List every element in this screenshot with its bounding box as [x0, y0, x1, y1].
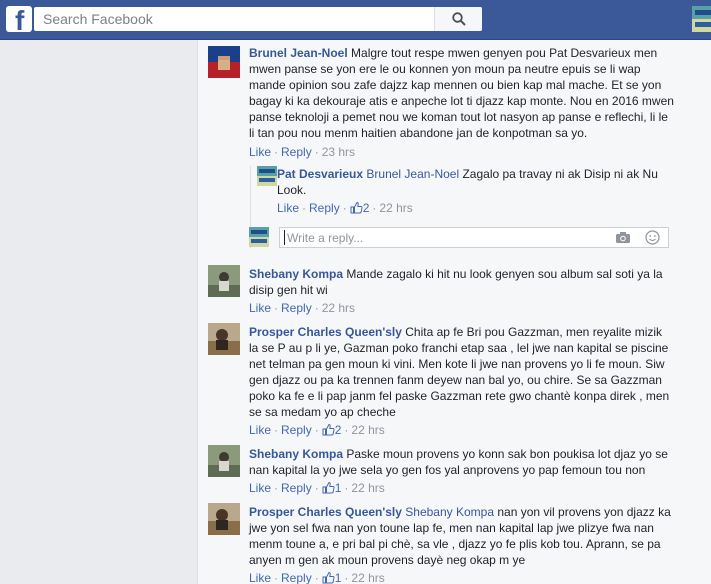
reply-link[interactable]: Reply: [281, 301, 312, 315]
reply-link[interactable]: Reply: [309, 201, 340, 215]
comment-author[interactable]: Shebany Kompa: [249, 267, 343, 281]
like-link[interactable]: Like: [249, 145, 271, 159]
facebook-logo[interactable]: f: [6, 6, 32, 32]
profile-avatar-icon: [692, 6, 711, 32]
like-count[interactable]: 1: [322, 481, 341, 495]
reply-link[interactable]: Reply: [281, 145, 312, 159]
like-count[interactable]: 1: [322, 571, 341, 584]
avatar[interactable]: [208, 503, 240, 535]
comment-actions: Like · Reply · 22 hrs: [249, 301, 356, 315]
reply-input[interactable]: [284, 230, 584, 245]
thumbs-up-icon: [350, 201, 363, 214]
comment-text: Chita ap fe Bri pou Gazzman, men reyalit…: [249, 325, 670, 419]
reply-link[interactable]: Reply: [281, 571, 312, 584]
avatar[interactable]: [208, 445, 240, 477]
user-photo-icon: [208, 503, 240, 535]
profile-avatar[interactable]: [692, 6, 711, 32]
like-link[interactable]: Like: [249, 571, 271, 584]
comment-actions: Like · Reply · 1 · 22 hrs: [249, 481, 385, 495]
like-count[interactable]: 2: [322, 423, 341, 437]
like-link[interactable]: Like: [249, 423, 271, 437]
search-icon: [452, 12, 466, 26]
composer-avatar: [249, 227, 269, 247]
like-link[interactable]: Like: [277, 201, 299, 215]
search-button[interactable]: [434, 7, 482, 31]
comment-author[interactable]: Prosper Charles Queen'sly: [249, 505, 402, 519]
comment-author[interactable]: Pat Desvarieux: [277, 167, 363, 181]
search-input[interactable]: [34, 7, 440, 31]
comment-time[interactable]: 23 hrs: [322, 145, 355, 159]
tagged-user[interactable]: Brunel Jean-Noel: [366, 167, 459, 181]
like-count[interactable]: 2: [350, 201, 369, 215]
comment-author[interactable]: Prosper Charles Queen'sly: [249, 325, 402, 339]
tagged-user[interactable]: Shebany Kompa: [405, 505, 494, 519]
avatar[interactable]: [257, 166, 277, 186]
facebook-logo-letter: f: [15, 6, 25, 32]
comment-time[interactable]: 22 hrs: [322, 301, 355, 315]
comment-time[interactable]: 22 hrs: [351, 423, 384, 437]
comment-actions: Like · Reply · 2 · 22 hrs: [277, 201, 413, 215]
comment-author[interactable]: Shebany Kompa: [249, 447, 343, 461]
user-photo-icon: [208, 445, 240, 477]
avatar[interactable]: [208, 323, 240, 355]
comment-actions: Like · Reply · 2 · 22 hrs: [249, 423, 385, 437]
reply-link[interactable]: Reply: [281, 481, 312, 495]
reply-composer: [279, 227, 669, 248]
thumbs-up-icon: [322, 571, 335, 584]
page-avatar-icon: [257, 166, 277, 186]
like-link[interactable]: Like: [249, 481, 271, 495]
comment-actions: Like · Reply · 1 · 22 hrs: [249, 571, 385, 584]
avatar[interactable]: [208, 46, 240, 78]
page-avatar-icon: [249, 227, 269, 247]
emoji-icon[interactable]: [645, 230, 660, 245]
thumbs-up-icon: [322, 481, 335, 494]
avatar[interactable]: [208, 265, 240, 297]
comment-time[interactable]: 22 hrs: [351, 481, 384, 495]
camera-icon[interactable]: [615, 231, 631, 244]
search-box: [34, 7, 482, 31]
comment-actions: Like · Reply · 23 hrs: [249, 145, 356, 159]
top-bar: f: [0, 0, 711, 40]
user-photo-icon: [208, 265, 240, 297]
comment-time[interactable]: 22 hrs: [379, 201, 412, 215]
fist-avatar-icon: [208, 46, 240, 78]
comment-text: Malgre tout respe mwen genyen pou Pat De…: [249, 46, 674, 140]
reply-link[interactable]: Reply: [281, 423, 312, 437]
like-link[interactable]: Like: [249, 301, 271, 315]
comment-time[interactable]: 22 hrs: [351, 571, 384, 584]
comment-author[interactable]: Brunel Jean-Noel: [249, 46, 348, 60]
user-photo-icon: [208, 323, 240, 355]
thumbs-up-icon: [322, 423, 335, 436]
